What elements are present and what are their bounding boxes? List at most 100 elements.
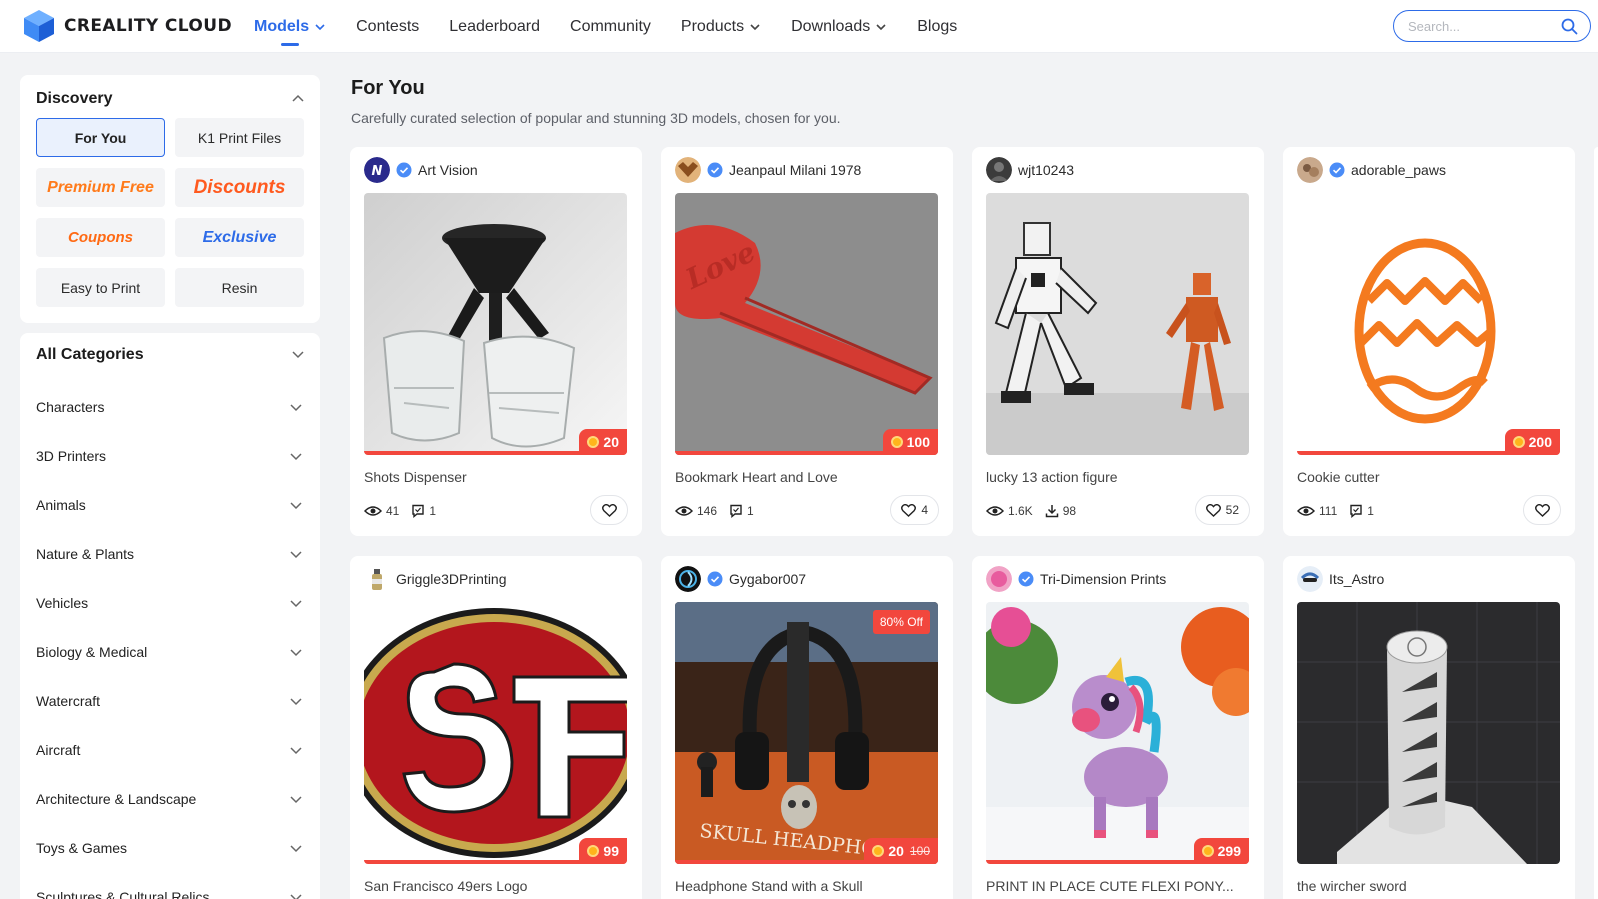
like-button[interactable] bbox=[1523, 495, 1561, 525]
model-thumbnail[interactable]: 20 bbox=[364, 193, 627, 455]
price-badge: 100 bbox=[882, 429, 938, 455]
nav-downloads-label: Downloads bbox=[791, 17, 871, 35]
model-title[interactable]: Cookie cutter bbox=[1297, 469, 1562, 485]
model-stats: 41 1 bbox=[364, 502, 448, 520]
price-value: 20 bbox=[888, 843, 904, 859]
chip-easy-to-print[interactable]: Easy to Print bbox=[36, 268, 165, 307]
category-toys-games[interactable]: Toys & Games bbox=[36, 824, 304, 872]
downloads-stat: 98 bbox=[1045, 504, 1076, 518]
category-nature-plants[interactable]: Nature & Plants bbox=[36, 530, 304, 578]
brand-logo[interactable]: CREALITY CLOUD bbox=[22, 9, 232, 43]
model-title[interactable]: Headphone Stand with a Skull bbox=[675, 878, 940, 894]
chevron-down-icon bbox=[876, 23, 886, 30]
model-card[interactable]: Its_Astro the wircher sword bbox=[1283, 556, 1575, 899]
price-badge: 299 bbox=[1193, 838, 1249, 864]
comments-stat: 1 bbox=[1349, 504, 1374, 518]
nav-models[interactable]: Models bbox=[254, 18, 326, 46]
eye-icon bbox=[364, 506, 382, 516]
chip-resin[interactable]: Resin bbox=[175, 268, 304, 307]
model-card[interactable]: Griggle3DPrinting 99 San Francisco 49ers… bbox=[350, 556, 642, 899]
chevron-down-icon bbox=[290, 453, 302, 461]
model-card[interactable]: Gygabor007 SKULL HEADPHONE 80% Off 20 100… bbox=[661, 556, 953, 899]
model-stats: 1.6K 98 bbox=[986, 502, 1088, 520]
category-aircraft[interactable]: Aircraft bbox=[36, 726, 304, 774]
nav-community[interactable]: Community bbox=[570, 18, 651, 36]
model-card[interactable]: Jeanpaul Milani 1978 Love 100 Bookmark H… bbox=[661, 147, 953, 536]
chip-for-you[interactable]: For You bbox=[36, 118, 165, 157]
chip-coupons[interactable]: Coupons bbox=[36, 218, 165, 257]
svg-text:N: N bbox=[372, 164, 383, 179]
author-row[interactable]: Gygabor007 bbox=[675, 565, 806, 592]
model-card[interactable]: N Art Vision 20 Shots Dispenser 41 1 bbox=[350, 147, 642, 536]
chip-discounts[interactable]: Discounts bbox=[175, 168, 304, 207]
model-thumbnail[interactable] bbox=[1297, 602, 1560, 864]
nav-leaderboard[interactable]: Leaderboard bbox=[449, 18, 540, 36]
like-button[interactable]: 4 bbox=[890, 495, 939, 525]
nav-contests[interactable]: Contests bbox=[356, 18, 419, 36]
model-thumbnail[interactable]: 200 bbox=[1297, 193, 1560, 455]
category-watercraft[interactable]: Watercraft bbox=[36, 677, 304, 725]
model-card[interactable]: adorable_paws 200 Cookie cutter 111 1 bbox=[1283, 147, 1575, 536]
model-title[interactable]: PRINT IN PLACE CUTE FLEXI PONY... bbox=[986, 878, 1251, 894]
model-thumbnail[interactable]: 99 bbox=[364, 602, 627, 864]
model-thumbnail[interactable]: SKULL HEADPHONE 80% Off 20 100 bbox=[675, 602, 938, 864]
verified-badge-icon bbox=[396, 162, 412, 177]
category-sculptures[interactable]: Sculptures & Cultural Relics bbox=[36, 873, 304, 899]
downloads-count: 98 bbox=[1062, 504, 1077, 518]
model-thumbnail[interactable] bbox=[986, 193, 1249, 455]
model-thumbnail[interactable]: Love 100 bbox=[675, 193, 938, 455]
chip-exclusive[interactable]: Exclusive bbox=[175, 218, 304, 257]
nav-products[interactable]: Products bbox=[681, 18, 761, 36]
category-vehicles[interactable]: Vehicles bbox=[36, 579, 304, 627]
author-row[interactable]: Jeanpaul Milani 1978 bbox=[675, 156, 861, 183]
comment-icon bbox=[730, 504, 742, 518]
nav-downloads[interactable]: Downloads bbox=[791, 18, 887, 36]
chip-k1-print-files[interactable]: K1 Print Files bbox=[175, 118, 304, 157]
coin-icon bbox=[1201, 845, 1214, 857]
search-icon[interactable] bbox=[1561, 18, 1578, 35]
49ers-logo-image bbox=[364, 602, 627, 864]
model-title[interactable]: Bookmark Heart and Love bbox=[675, 469, 940, 485]
model-card[interactable]: wjt10243 lucky 13 action figure 1.6K 98 … bbox=[972, 147, 1264, 536]
like-button[interactable] bbox=[590, 495, 628, 525]
avatar bbox=[364, 565, 390, 592]
verified-badge-icon bbox=[1018, 571, 1034, 586]
nav-blogs[interactable]: Blogs bbox=[917, 18, 957, 36]
model-title[interactable]: lucky 13 action figure bbox=[986, 469, 1251, 485]
category-biology-medical[interactable]: Biology & Medical bbox=[36, 628, 304, 676]
category-architecture-landscape[interactable]: Architecture & Landscape bbox=[36, 775, 304, 823]
model-title[interactable]: the wircher sword bbox=[1297, 878, 1562, 894]
category-label: Aircraft bbox=[36, 742, 81, 758]
chip-premium-free[interactable]: Premium Free bbox=[36, 168, 165, 207]
author-row[interactable]: adorable_paws bbox=[1297, 156, 1446, 183]
verified-badge-icon bbox=[707, 162, 723, 177]
model-card[interactable]: Tri-Dimension Prints 299 PRINT IN PLACE … bbox=[972, 556, 1264, 899]
model-title[interactable]: San Francisco 49ers Logo bbox=[364, 878, 629, 894]
category-characters[interactable]: Characters bbox=[36, 383, 304, 431]
category-label: Biology & Medical bbox=[36, 644, 148, 660]
category-label: Vehicles bbox=[36, 595, 89, 611]
author-row[interactable]: Griggle3DPrinting bbox=[364, 565, 507, 592]
creality-cube-icon bbox=[24, 10, 54, 42]
author-row[interactable]: Its_Astro bbox=[1297, 565, 1384, 592]
wircher-sword-image bbox=[1297, 602, 1560, 864]
model-thumbnail[interactable]: 299 bbox=[986, 602, 1249, 864]
category-3d-printers[interactable]: 3D Printers bbox=[36, 432, 304, 480]
avatar bbox=[986, 156, 1012, 183]
model-title[interactable]: Shots Dispenser bbox=[364, 469, 629, 485]
author-row[interactable]: N Art Vision bbox=[364, 156, 478, 183]
chevron-down-icon[interactable] bbox=[290, 346, 306, 362]
coin-icon bbox=[587, 436, 600, 448]
heart-icon bbox=[601, 503, 617, 517]
likes-count: 52 bbox=[1225, 503, 1239, 517]
like-button[interactable]: 52 bbox=[1194, 495, 1250, 525]
search-input[interactable] bbox=[1408, 17, 1556, 35]
chevron-up-icon[interactable] bbox=[290, 91, 306, 107]
views-count: 1.6K bbox=[1008, 504, 1033, 518]
category-animals[interactable]: Animals bbox=[36, 481, 304, 529]
views-stat: 111 bbox=[1297, 504, 1337, 518]
category-label: Toys & Games bbox=[36, 840, 128, 856]
author-row[interactable]: wjt10243 bbox=[986, 156, 1074, 183]
author-row[interactable]: Tri-Dimension Prints bbox=[986, 565, 1166, 592]
easter-egg-cutter-image bbox=[1297, 193, 1560, 455]
